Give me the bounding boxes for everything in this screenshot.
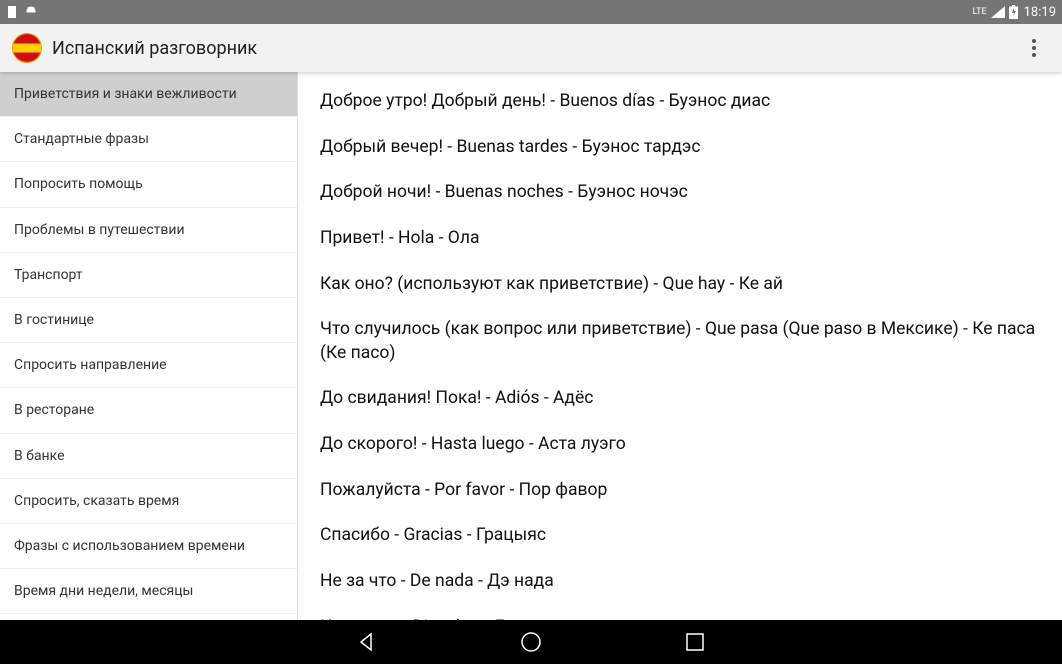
phrase-item: Не за что - De nada - Дэ нада	[320, 570, 1040, 594]
sidebar-item-label: Попросить помощь	[14, 176, 143, 192]
home-icon	[520, 631, 542, 653]
sidebar-item-label: Спросить, сказать время	[14, 493, 179, 509]
sidebar-item-label: Стандартные фразы	[14, 131, 149, 147]
sidebar-item-1[interactable]: Стандартные фразы	[0, 117, 297, 162]
sidebar-item-7[interactable]: В ресторане	[0, 388, 297, 433]
phrase-list[interactable]: Доброе утро! Добрый день! - Buenos días …	[298, 72, 1062, 620]
sidebar-item-0[interactable]: Приветствия и знаки вежливости	[0, 72, 297, 117]
status-time: 18:19	[1024, 5, 1056, 20]
phrase-item: Пожалуйста - Por favor - Пор фавор	[320, 479, 1040, 503]
sidebar-item-3[interactable]: Проблемы в путешествии	[0, 208, 297, 253]
sidebar-item-label: Транспорт	[14, 267, 83, 283]
sidebar-item-5[interactable]: В гостинице	[0, 298, 297, 343]
lte-icon: LTE	[973, 8, 987, 17]
android-nav-bar	[0, 620, 1062, 664]
sidebar-item-10[interactable]: Фразы с использованием времени	[0, 524, 297, 569]
phrase-item: Спасибо - Gracias - Грацыяс	[320, 524, 1040, 548]
nav-back-button[interactable]	[355, 630, 379, 654]
overflow-menu-button[interactable]	[1018, 32, 1050, 64]
sidebar-item-8[interactable]: В банке	[0, 434, 297, 479]
notification-icon	[6, 5, 18, 19]
sidebar-item-label: В банке	[14, 448, 65, 464]
recents-icon	[686, 633, 704, 651]
sidebar-item-label: В гостинице	[14, 312, 94, 328]
category-sidebar[interactable]: Приветствия и знаки вежливости Стандартны…	[0, 72, 298, 620]
phrase-item: Доброе утро! Добрый день! - Buenos días …	[320, 90, 1040, 114]
android-head-icon	[24, 5, 38, 19]
phrase-item: Добрый вечер! - Buenas tardes - Буэнос т…	[320, 136, 1040, 160]
sidebar-item-11[interactable]: Время дни недели, месяцы	[0, 569, 297, 614]
sidebar-item-6[interactable]: Спросить направление	[0, 343, 297, 388]
app-title: Испанский разговорник	[52, 38, 1018, 59]
battery-icon	[1009, 5, 1018, 19]
sidebar-item-label: Спросить направление	[14, 357, 167, 373]
phrase-item: Как оно? (используют как приветствие) - …	[320, 273, 1040, 297]
phrase-item: Что случилось (как вопрос или приветстви…	[320, 318, 1040, 365]
sidebar-item-label: Фразы с использованием времени	[14, 538, 245, 554]
phrase-item: До свидания! Пока! - Adiós - Адёс	[320, 387, 1040, 411]
sidebar-item-9[interactable]: Спросить, сказать время	[0, 479, 297, 524]
app-bar: Испанский разговорник	[0, 24, 1062, 72]
phrase-item: До скорого! - Hasta luego - Аста луэго	[320, 433, 1040, 457]
android-status-bar: LTE 18:19	[0, 0, 1062, 24]
phrase-item: Привет! - Hola - Ола	[320, 227, 1040, 251]
sidebar-item-label: Время дни недели, месяцы	[14, 583, 193, 599]
nav-recents-button[interactable]	[683, 630, 707, 654]
more-vert-icon	[1032, 39, 1036, 57]
nav-home-button[interactable]	[519, 630, 543, 654]
sidebar-item-label: В ресторане	[14, 402, 94, 418]
back-icon	[357, 632, 377, 652]
phrase-item: Доброй ночи! - Buenas noches - Буэнос но…	[320, 181, 1040, 205]
sidebar-item-2[interactable]: Попросить помощь	[0, 162, 297, 207]
sidebar-item-label: Проблемы в путешествии	[14, 222, 185, 238]
app-flag-icon	[12, 33, 42, 63]
sidebar-item-label: Приветствия и знаки вежливости	[14, 86, 237, 102]
signal-icon	[991, 6, 1005, 18]
sidebar-item-4[interactable]: Транспорт	[0, 253, 297, 298]
